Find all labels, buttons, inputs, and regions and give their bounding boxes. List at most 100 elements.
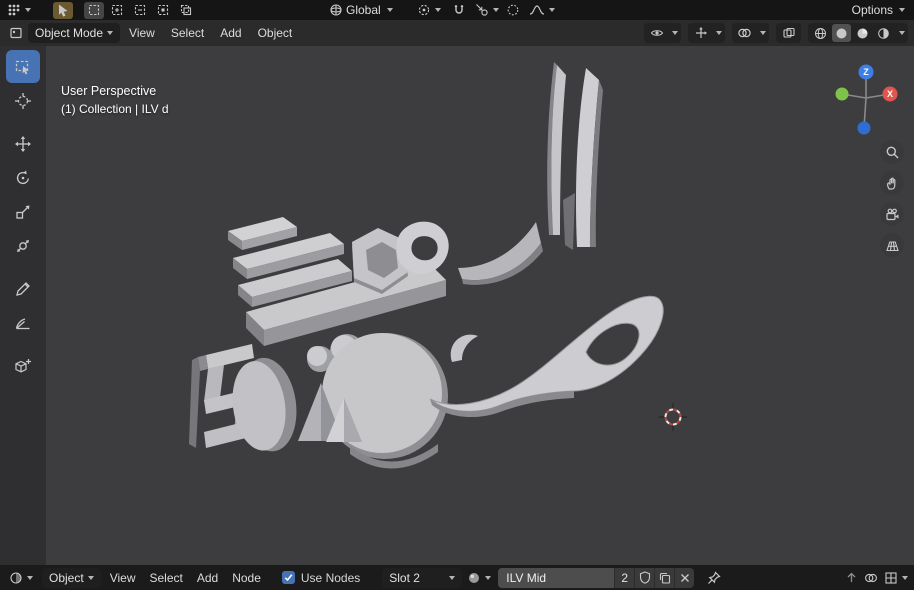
tool-3d-cursor[interactable] bbox=[6, 84, 40, 117]
shading-wireframe-button[interactable] bbox=[811, 24, 830, 42]
tool-move[interactable] bbox=[6, 127, 40, 160]
select-mode-invert-button[interactable] bbox=[153, 2, 173, 19]
tool-add-cube[interactable] bbox=[6, 349, 40, 382]
show-gizmo-button[interactable] bbox=[691, 24, 710, 42]
chevron-down-icon bbox=[493, 8, 499, 12]
mode-label: Object Mode bbox=[35, 26, 104, 40]
zoom-button[interactable] bbox=[880, 140, 904, 164]
proportional-editing-button[interactable] bbox=[503, 2, 523, 19]
app-menu-button[interactable] bbox=[4, 2, 34, 19]
mesh-blade-left[interactable] bbox=[547, 62, 566, 235]
menu-object[interactable]: Object bbox=[251, 23, 300, 43]
viewport-header: Object Mode View Select Add Object bbox=[0, 20, 914, 46]
chevron-down-icon bbox=[672, 31, 678, 35]
show-overlays-button[interactable] bbox=[735, 24, 754, 42]
render-icon[interactable] bbox=[864, 571, 878, 585]
mesh-horn[interactable] bbox=[458, 222, 543, 285]
options-dropdown[interactable]: Options bbox=[846, 2, 908, 19]
arrow-up-icon[interactable] bbox=[845, 571, 858, 584]
tool-transform[interactable] bbox=[6, 229, 40, 262]
chevron-down-icon bbox=[899, 31, 905, 35]
chevron-down-icon bbox=[716, 31, 722, 35]
menu-view[interactable]: View bbox=[103, 568, 143, 588]
menu-select[interactable]: Select bbox=[142, 568, 189, 588]
new-material-button[interactable] bbox=[654, 567, 675, 588]
navigation-gizmo[interactable]: Z X bbox=[828, 56, 904, 136]
pivot-point-dropdown[interactable] bbox=[414, 2, 444, 19]
shading-rendered-button[interactable] bbox=[874, 24, 893, 42]
tool-scale[interactable] bbox=[6, 195, 40, 228]
unlink-material-button[interactable] bbox=[674, 567, 695, 588]
proportional-falloff-dropdown[interactable] bbox=[526, 2, 558, 19]
bottom-editor-type-button[interactable] bbox=[6, 569, 36, 586]
snap-dropdown[interactable] bbox=[884, 571, 908, 585]
pin-button[interactable] bbox=[704, 569, 724, 586]
xray-group bbox=[776, 23, 801, 43]
overlays-icon bbox=[737, 26, 752, 40]
box-select-icon bbox=[14, 58, 32, 76]
toggle-view-button[interactable] bbox=[880, 233, 904, 257]
tool-annotate[interactable] bbox=[6, 272, 40, 305]
menu-node[interactable]: Node bbox=[225, 568, 268, 588]
chevron-down-icon bbox=[899, 8, 905, 12]
use-nodes-label: Use Nodes bbox=[300, 570, 361, 585]
active-tool-button[interactable] bbox=[53, 1, 73, 19]
gizmo-axis-neg[interactable] bbox=[857, 121, 871, 135]
menu-view[interactable]: View bbox=[122, 23, 162, 43]
tool-measure[interactable] bbox=[6, 306, 40, 339]
mode-select[interactable]: Object Mode bbox=[28, 23, 121, 43]
shader-type-label: Object bbox=[49, 570, 84, 585]
material-sphere-icon bbox=[467, 571, 481, 585]
shading-material-button[interactable] bbox=[853, 24, 872, 42]
shading-material-icon bbox=[856, 27, 869, 40]
material-user-count[interactable]: 2 bbox=[614, 567, 635, 588]
shader-editor-header: Object View Select Add Node Use Nodes Sl… bbox=[0, 565, 914, 590]
menu-add[interactable]: Add bbox=[213, 23, 248, 43]
falloff-curve-icon bbox=[529, 3, 545, 17]
mesh-coin[interactable] bbox=[227, 354, 302, 456]
gizmo-axis-y[interactable] bbox=[835, 87, 849, 101]
tool-box-select[interactable] bbox=[6, 50, 40, 83]
transform-orientation-dropdown[interactable]: Global bbox=[326, 2, 396, 19]
orientation-globe-icon bbox=[329, 3, 343, 17]
tool-rotate[interactable] bbox=[6, 161, 40, 194]
show-hide-button[interactable] bbox=[647, 24, 666, 42]
xray-toggle-button[interactable] bbox=[779, 24, 798, 42]
add-cube-icon bbox=[14, 357, 32, 375]
select-mode-extend-button[interactable] bbox=[107, 2, 127, 19]
annotate-icon bbox=[14, 280, 32, 298]
fake-user-button[interactable] bbox=[634, 567, 655, 588]
shading-solid-button[interactable] bbox=[832, 24, 851, 42]
snap-settings-dropdown[interactable] bbox=[472, 2, 502, 19]
chevron-down-icon bbox=[386, 8, 393, 12]
view-perspective-label: User Perspective bbox=[61, 84, 157, 98]
mesh-swoosh[interactable] bbox=[429, 295, 664, 418]
snap-toggle-button[interactable] bbox=[449, 2, 469, 19]
pan-button[interactable] bbox=[880, 171, 904, 195]
select-mode-new-button[interactable] bbox=[84, 1, 104, 19]
use-nodes-checkbox[interactable]: Use Nodes bbox=[281, 570, 361, 585]
material-name-field[interactable]: ILV Mid bbox=[498, 567, 615, 588]
gizmo-icon bbox=[694, 26, 708, 40]
material-id-block: ILV Mid 2 bbox=[498, 567, 695, 588]
zoom-icon bbox=[885, 145, 900, 160]
editor-type-button[interactable] bbox=[6, 25, 26, 42]
material-slot-select[interactable]: Slot 2 bbox=[382, 567, 463, 588]
select-mode-new-icon bbox=[87, 3, 101, 17]
editor-type-icon bbox=[9, 26, 23, 40]
menu-select[interactable]: Select bbox=[164, 23, 211, 43]
select-mode-subtract-button[interactable] bbox=[130, 2, 150, 19]
mesh-blade-right[interactable] bbox=[563, 68, 603, 250]
proportional-circle-icon bbox=[506, 3, 520, 17]
chevron-down-icon bbox=[485, 575, 492, 580]
chevron-down-icon bbox=[449, 575, 456, 580]
mesh-curl[interactable] bbox=[450, 334, 478, 362]
3d-cursor[interactable] bbox=[658, 402, 688, 432]
snap-target-icon bbox=[475, 3, 489, 17]
camera-view-button[interactable] bbox=[880, 202, 904, 226]
browse-material-button[interactable] bbox=[464, 569, 494, 586]
mesh-big-disc[interactable] bbox=[322, 333, 448, 469]
menu-add[interactable]: Add bbox=[190, 568, 225, 588]
select-mode-intersect-button[interactable] bbox=[176, 2, 196, 19]
shader-type-select[interactable]: Object bbox=[42, 567, 101, 588]
